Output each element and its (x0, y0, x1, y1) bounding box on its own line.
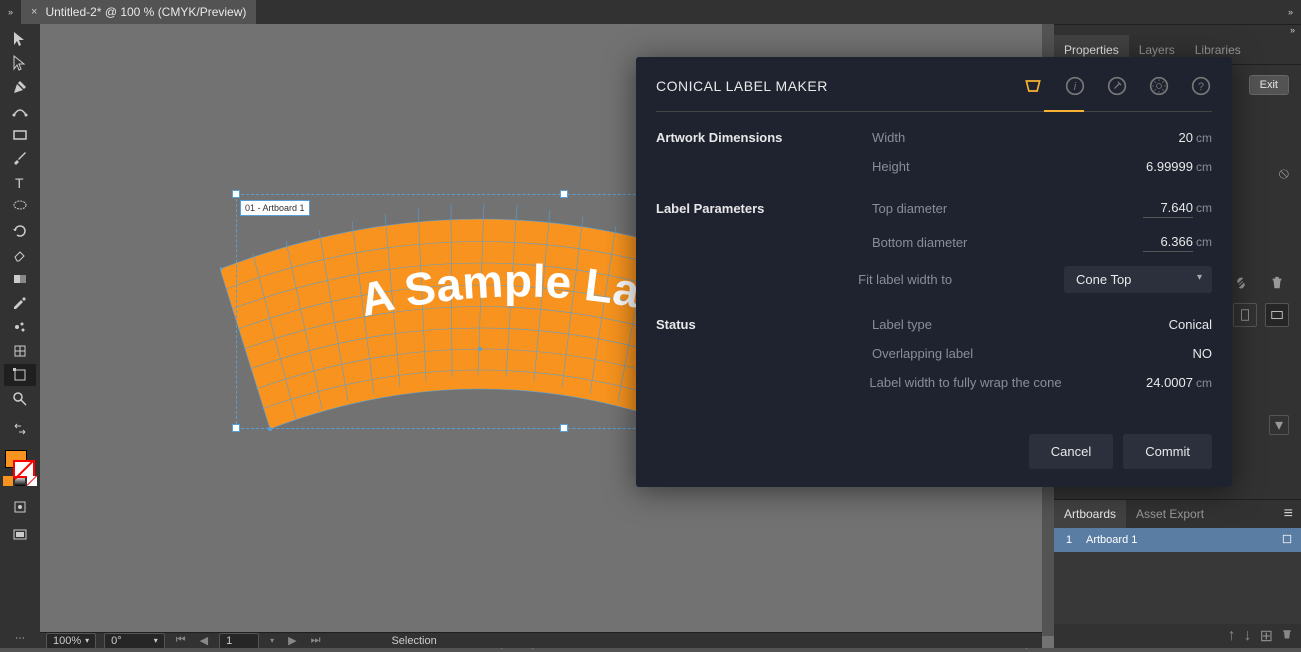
wrap-label: Label width to fully wrap the cone (869, 375, 1146, 390)
artboard-name-label[interactable]: 01 - Artboard 1 (240, 200, 310, 216)
first-page-icon[interactable]: ⏮ (173, 634, 189, 647)
trash-icon[interactable] (1265, 271, 1289, 295)
selection-handle[interactable] (232, 424, 240, 432)
width-value: 20 (1179, 130, 1193, 145)
tools-icon[interactable] (1106, 75, 1128, 97)
status-mode: Selection (391, 635, 436, 647)
direct-selection-tool[interactable] (4, 52, 36, 74)
draw-mode-icon[interactable] (4, 496, 36, 518)
help-icon[interactable]: ? (1190, 75, 1212, 97)
fit-select[interactable]: Cone Top (1064, 266, 1212, 293)
page-dropdown-icon[interactable]: ▾ (267, 636, 277, 645)
height-value: 6.99999 (1146, 159, 1193, 174)
eyedropper-tool[interactable] (4, 292, 36, 314)
selection-handle[interactable] (232, 190, 240, 198)
link-icon[interactable] (1229, 271, 1253, 295)
page-input[interactable]: 1 (219, 633, 259, 649)
tab-asset-export[interactable]: Asset Export (1126, 500, 1214, 528)
orientation-landscape-icon[interactable] (1265, 303, 1289, 327)
height-label: Height (872, 159, 1092, 174)
rectangle-tool[interactable] (4, 124, 36, 146)
status-bar: 100% ▾ 0° ▾ ⏮ ◀ 1 ▾ ▶ ⏭ Selection (40, 632, 1042, 648)
label-type-label: Label type (872, 317, 1092, 332)
tab-artboards[interactable]: Artboards (1054, 500, 1126, 528)
commit-button[interactable]: Commit (1123, 434, 1212, 469)
rotation-select[interactable]: 0° ▾ (104, 633, 165, 649)
svg-text:i: i (1074, 81, 1077, 93)
fill-stroke-swatches[interactable] (5, 444, 35, 470)
dialog-title: CONICAL LABEL MAKER (656, 78, 828, 94)
gradient-tool[interactable] (4, 268, 36, 290)
bottom-diameter-input[interactable] (1143, 232, 1193, 252)
overlap-label: Overlapping label (872, 346, 1092, 361)
toggle-fill-stroke-icon[interactable] (4, 418, 36, 440)
paintbrush-tool[interactable] (4, 148, 36, 170)
new-artboard-icon[interactable]: ⊞ (1260, 626, 1273, 646)
document-tab[interactable]: × Untitled-2* @ 100 % (CMYK/Preview) (21, 0, 256, 24)
symbol-sprayer-tool[interactable] (4, 316, 36, 338)
wrap-value: 24.0007 (1146, 375, 1193, 390)
bottom-diameter-label: Bottom diameter (872, 235, 1092, 250)
rotate-tool[interactable] (4, 220, 36, 242)
top-diameter-input[interactable] (1143, 198, 1193, 218)
prev-page-icon[interactable]: ◀ (197, 634, 211, 647)
expand-icon[interactable]: » (8, 7, 13, 17)
artboards-footer: ↑ ↓ ⊞ (1054, 624, 1301, 648)
artboard-tool[interactable] (4, 364, 36, 386)
selection-tool[interactable] (4, 28, 36, 50)
pen-tool[interactable] (4, 76, 36, 98)
no-image-icon: ⦸ (1279, 165, 1289, 183)
lasso-tool[interactable] (4, 196, 36, 218)
document-tab-title: Untitled-2* @ 100 % (CMYK/Preview) (45, 5, 246, 19)
toolbar-more-icon[interactable]: ⋯ (15, 633, 25, 648)
orientation-portrait-icon[interactable] (1233, 303, 1257, 327)
slice-tool[interactable] (4, 340, 36, 362)
top-diameter-label: Top diameter (872, 201, 1092, 216)
selection-bounds (236, 194, 676, 429)
close-tab-icon[interactable]: × (31, 6, 37, 18)
selection-handle[interactable] (560, 190, 568, 198)
label-type-value: Conical (1169, 317, 1212, 332)
width-label: Width (872, 130, 1092, 145)
tool-panel: T ⋯ (0, 24, 40, 648)
artboard-list-item[interactable]: 1 Artboard 1 (1054, 528, 1301, 552)
gear-icon[interactable] (1148, 75, 1170, 97)
artboard-index: 1 (1062, 534, 1076, 546)
delete-artboard-icon[interactable] (1281, 627, 1293, 645)
panel-menu-icon[interactable]: ≡ (1284, 505, 1301, 523)
exit-button[interactable]: Exit (1249, 75, 1289, 95)
screen-mode-icon[interactable] (4, 524, 36, 546)
collapse-panel-icon[interactable]: » (1290, 25, 1295, 35)
section-label-parameters: Label Parameters (656, 201, 872, 216)
curvature-tool[interactable] (4, 100, 36, 122)
selection-handle[interactable] (560, 424, 568, 432)
label-shape-icon[interactable] (1022, 75, 1044, 97)
info-icon[interactable]: i (1064, 75, 1086, 97)
section-artwork-dimensions: Artwork Dimensions (656, 130, 872, 145)
svg-text:T: T (15, 175, 24, 191)
move-up-icon[interactable]: ↑ (1228, 627, 1236, 645)
zoom-tool[interactable] (4, 388, 36, 410)
chevron-down-icon[interactable]: ▾ (1269, 415, 1289, 435)
type-tool[interactable]: T (4, 172, 36, 194)
artboards-panel: Artboards Asset Export ≡ 1 Artboard 1 ↑ … (1054, 499, 1301, 648)
eraser-tool[interactable] (4, 244, 36, 266)
overlap-value: NO (1193, 346, 1213, 361)
svg-text:?: ? (1198, 81, 1204, 93)
move-down-icon[interactable]: ↓ (1244, 627, 1252, 645)
next-page-icon[interactable]: ▶ (285, 634, 299, 647)
fit-label: Fit label width to (858, 272, 1064, 287)
cancel-button[interactable]: Cancel (1029, 434, 1113, 469)
zoom-select[interactable]: 100% ▾ (46, 633, 96, 649)
last-page-icon[interactable]: ⏭ (308, 634, 324, 647)
artboard-item-name: Artboard 1 (1086, 534, 1137, 546)
top-bar: » × Untitled-2* @ 100 % (CMYK/Preview) » (0, 0, 1301, 24)
artboard-options-icon[interactable] (1281, 533, 1293, 548)
conical-label-maker-dialog: CONICAL LABEL MAKER i ? Artwork Dimensio… (636, 57, 1232, 487)
collapse-icon[interactable]: » (1288, 7, 1301, 17)
section-status: Status (656, 317, 872, 332)
